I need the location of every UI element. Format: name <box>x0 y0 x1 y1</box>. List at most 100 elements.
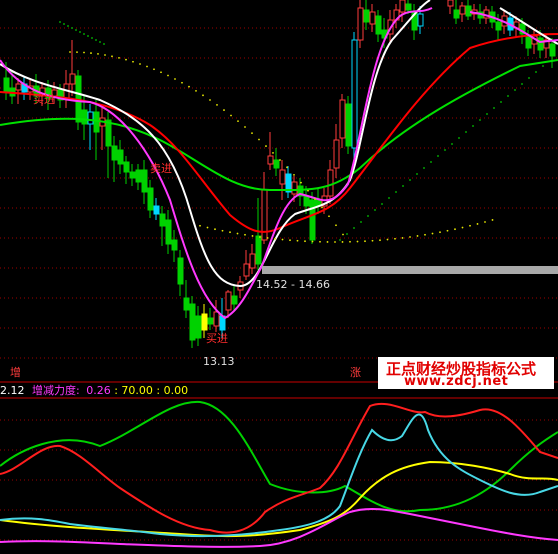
band-dot <box>356 240 359 243</box>
band-dot <box>311 240 314 243</box>
candle-body <box>141 169 148 193</box>
band-dot <box>199 224 201 227</box>
band-dot <box>90 52 92 54</box>
band-dot <box>326 241 329 243</box>
candle-body <box>339 99 346 139</box>
candle-body <box>15 83 22 91</box>
band-dot <box>59 21 61 23</box>
band-dot <box>289 239 291 242</box>
candle-body <box>375 15 382 35</box>
band-dot <box>491 219 494 221</box>
band-dot <box>321 206 323 209</box>
candle-body <box>399 0 406 13</box>
band-dot <box>402 185 404 187</box>
band-dot <box>374 209 376 211</box>
band-dot <box>542 65 544 67</box>
band-dot <box>221 229 224 232</box>
band-dot <box>381 203 383 205</box>
indicator-v3: 0.00 <box>163 384 189 397</box>
band-dot <box>395 191 397 193</box>
candle-body <box>447 0 454 7</box>
band-dot <box>500 101 502 103</box>
band-dot <box>251 235 254 237</box>
band-dot <box>244 126 246 128</box>
candle-body <box>183 297 190 311</box>
candle-body <box>195 315 202 339</box>
band-dot <box>514 89 516 91</box>
low-price-label: 13.13 <box>203 355 235 368</box>
band-dot <box>79 31 81 33</box>
band-dot <box>507 95 509 97</box>
candle-body <box>243 263 250 277</box>
band-dot <box>296 239 299 242</box>
candle-body <box>417 13 424 27</box>
band-dot <box>272 152 274 154</box>
band-dot <box>95 39 97 41</box>
candle-body <box>189 303 196 341</box>
band-dot <box>341 241 344 243</box>
band-dot <box>451 143 453 145</box>
candle-body <box>291 181 298 195</box>
band-dot <box>202 94 204 97</box>
band-dot <box>314 198 316 200</box>
support-band <box>262 266 558 274</box>
band-dot <box>286 166 288 169</box>
band-dot <box>349 240 351 243</box>
candle-body <box>327 169 334 197</box>
indicator-sep2: : <box>156 384 164 397</box>
band-dot <box>484 221 486 223</box>
candle-body <box>495 21 502 31</box>
band-dot <box>153 68 155 71</box>
band-dot <box>342 233 344 236</box>
band-dot <box>353 227 355 229</box>
candle-body <box>165 219 172 245</box>
band-dot <box>167 74 169 77</box>
band-dot <box>367 215 369 217</box>
candle-body <box>549 43 556 57</box>
candle-body <box>3 77 10 93</box>
candle-body <box>465 5 472 17</box>
band-dot <box>300 181 302 184</box>
corner-label-left: 增 <box>10 366 21 379</box>
band-dot <box>521 83 523 85</box>
band-dot <box>76 51 78 54</box>
band-dot <box>160 71 162 74</box>
candle-body <box>351 39 358 149</box>
candle-body <box>267 155 274 165</box>
band-dot <box>188 85 190 88</box>
candle-body <box>81 109 88 125</box>
band-dot <box>281 238 284 241</box>
band-dot <box>304 240 306 243</box>
band-dot <box>195 89 197 92</box>
ma-line <box>0 0 558 288</box>
band-dot <box>431 232 434 235</box>
candle-body <box>147 187 154 211</box>
osc-line <box>0 402 558 534</box>
candle-body <box>111 145 118 161</box>
band-dot <box>174 78 176 80</box>
candle-body <box>123 161 130 173</box>
band-dot <box>206 226 209 229</box>
band-dot <box>424 233 426 236</box>
kline-chart[interactable] <box>0 0 558 554</box>
candle-body <box>255 235 262 265</box>
band-dot <box>111 55 113 58</box>
candlesticks[interactable] <box>3 0 556 348</box>
band-dot <box>99 41 101 43</box>
band-dot <box>209 99 211 101</box>
band-dot <box>371 239 374 242</box>
candle-body <box>129 171 136 179</box>
band-dot <box>401 237 404 239</box>
candle-body <box>405 3 412 11</box>
indicator-v1: 0.26 <box>86 384 111 397</box>
candle-body <box>453 9 460 19</box>
candle-body <box>231 295 238 305</box>
band-dot <box>379 239 381 242</box>
candle-body <box>225 291 232 311</box>
candle-body <box>153 205 160 215</box>
band-dot <box>67 25 69 27</box>
band-dot <box>360 221 362 223</box>
band-dot <box>535 71 537 73</box>
candle-body <box>87 111 94 125</box>
watermark-url: www.zdcj.net <box>404 374 509 389</box>
